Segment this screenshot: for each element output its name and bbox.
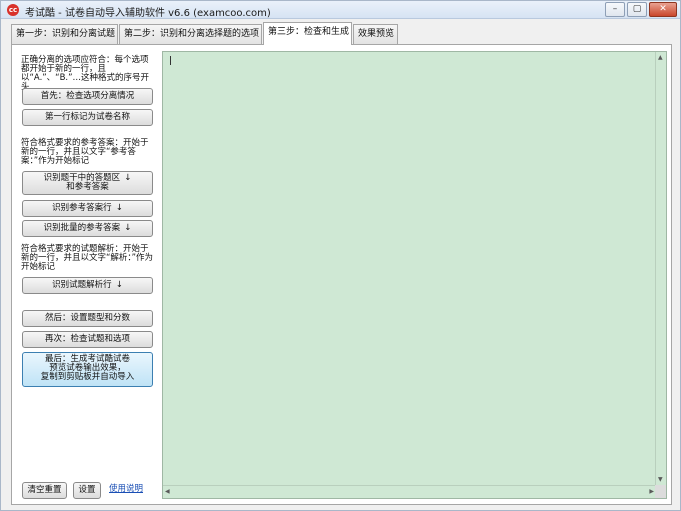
- minimize-button[interactable]: –: [605, 2, 625, 17]
- identify-batch-answers-button[interactable]: 识别批量的参考答案 ↓: [22, 220, 153, 237]
- tab-panel: 正确分离的选项应符合：每个选项都开始于新的一行，且以“A.”、“B.”…这种格式…: [11, 44, 672, 505]
- check-questions-button[interactable]: 再次：检查试题和选项: [22, 331, 153, 348]
- scroll-right-icon[interactable]: ▶: [649, 488, 654, 495]
- close-button[interactable]: ✕: [649, 2, 677, 17]
- set-type-score-button[interactable]: 然后：设置题型和分数: [22, 310, 153, 327]
- window-title: 考试酷 - 试卷自动导入辅助软件 v6.6 (examcoo.com): [25, 8, 271, 19]
- tab-preview[interactable]: 效果预览: [353, 24, 398, 44]
- check-options-button[interactable]: 首先：检查选项分离情况: [22, 88, 153, 105]
- generate-exam-button[interactable]: 最后：生成考试酷试卷 预览试卷输出效果， 复制到剪贴板并自动导入: [22, 352, 153, 387]
- identify-analysis-label: 识别试题解析行: [52, 280, 112, 290]
- identify-answer-line-label: 识别参考答案行: [52, 203, 112, 213]
- scrollbar-corner: [655, 485, 666, 498]
- down-arrow-icon: ↓: [115, 280, 123, 290]
- identify-analysis-button[interactable]: 识别试题解析行 ↓: [22, 277, 153, 294]
- title-bar: cc 考试酷 - 试卷自动导入辅助软件 v6.6 (examcoo.com) –…: [1, 1, 680, 19]
- tool-column: 正确分离的选项应符合：每个选项都开始于新的一行，且以“A.”、“B.”…这种格式…: [12, 45, 162, 504]
- options-format-note: 正确分离的选项应符合：每个选项都开始于新的一行，且以“A.”、“B.”…这种格式…: [21, 55, 150, 92]
- app-logo-icon: cc: [7, 4, 19, 16]
- identify-answer-line-button[interactable]: 识别参考答案行 ↓: [22, 200, 153, 217]
- text-caret: [170, 56, 171, 65]
- scroll-left-icon[interactable]: ◀: [165, 488, 170, 495]
- down-arrow-icon: ↓: [124, 173, 132, 183]
- maximize-button[interactable]: ▢: [627, 2, 647, 17]
- help-link[interactable]: 使用说明: [109, 482, 143, 494]
- generate-exam-label-3: 复制到剪贴板并自动导入: [40, 372, 135, 382]
- tab-step-2[interactable]: 第二步：识别和分离选择题的选项: [119, 24, 262, 44]
- settings-button[interactable]: 设置: [73, 482, 101, 499]
- horizontal-scrollbar[interactable]: ◀ ▶: [163, 485, 656, 498]
- scroll-down-icon[interactable]: ▼: [658, 476, 663, 483]
- mark-title-button[interactable]: 第一行标记为试卷名称: [22, 109, 153, 126]
- down-arrow-icon: ↓: [115, 203, 123, 213]
- tab-step-1[interactable]: 第一步：识别和分离试题: [11, 24, 118, 44]
- identify-answer-area-label-2: 和参考答案: [66, 182, 109, 192]
- down-arrow-icon: ↓: [124, 223, 132, 233]
- tab-step-3[interactable]: 第三步：检查和生成: [263, 22, 352, 45]
- scroll-up-icon[interactable]: ▲: [658, 54, 663, 61]
- app-window: cc 考试酷 - 试卷自动导入辅助软件 v6.6 (examcoo.com) –…: [0, 0, 681, 511]
- identify-batch-answers-label: 识别批量的参考答案: [43, 223, 121, 233]
- answer-format-note: 符合格式要求的参考答案：开始于新的一行，并且以文字“参考答案：”作为开始标记: [21, 138, 149, 166]
- text-editor[interactable]: ▲ ▼ ◀ ▶: [162, 51, 667, 499]
- identify-answer-area-button[interactable]: 识别题干中的答题区 ↓ 和参考答案: [22, 171, 153, 195]
- vertical-scrollbar[interactable]: ▲ ▼: [655, 52, 666, 485]
- analysis-format-note: 符合格式要求的试题解析：开始于新的一行，并且以文字“解析：”作为开始标记: [21, 244, 154, 272]
- clear-reset-button[interactable]: 清空重置: [22, 482, 67, 499]
